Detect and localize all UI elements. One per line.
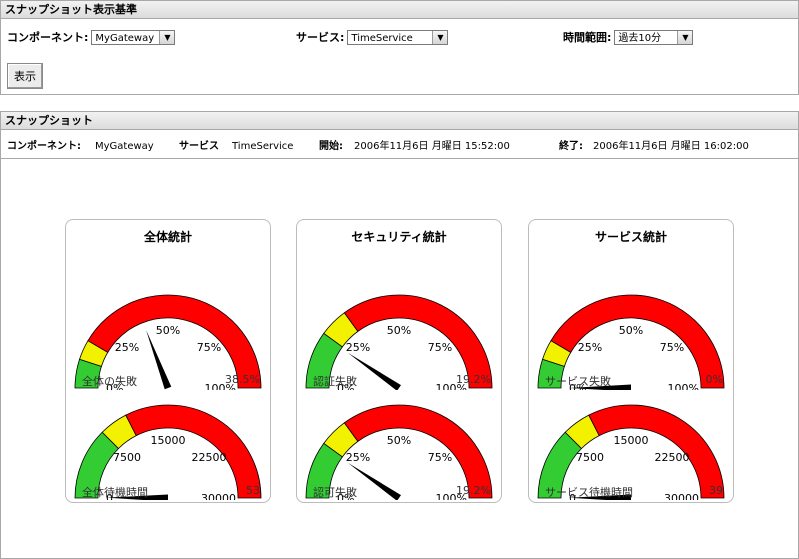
gauge-tick-label: 22500 bbox=[192, 451, 227, 464]
gauge-tick-label: 50% bbox=[387, 324, 411, 337]
gauge-tick-label: 75% bbox=[660, 341, 684, 354]
gauge-label: 認可失敗 bbox=[313, 486, 357, 499]
gauge-label: 認証失敗 bbox=[313, 375, 357, 388]
panel-title: セキュリティ統計 bbox=[351, 230, 447, 244]
chevron-down-icon[interactable]: ▼ bbox=[677, 30, 693, 44]
panel-security: セキュリティ統計 0% 25% 50% 75% 100% 認証失敗 19.2% 0% 25… bbox=[296, 219, 502, 503]
component-field: コンポーネント: MyGateway ▼ bbox=[7, 29, 176, 45]
gauge-label: サービス待機時間 bbox=[545, 486, 633, 499]
chevron-down-icon[interactable]: ▼ bbox=[159, 30, 175, 44]
chevron-down-icon[interactable]: ▼ bbox=[432, 30, 448, 44]
gauge-tick-label: 15000 bbox=[614, 434, 649, 447]
range-field: 時間範囲: 過去10分 ▼ bbox=[563, 29, 694, 45]
gauge-tick-label: 50% bbox=[156, 324, 180, 337]
snapshot-info: コンポーネント: MyGateway サービス TimeService 開始: … bbox=[1, 136, 798, 159]
range-select[interactable]: 過去10分 ▼ bbox=[614, 29, 694, 45]
gauge-tick-label: 25% bbox=[578, 341, 602, 354]
gauge-tick-label: 50% bbox=[387, 434, 411, 447]
snap-end-label: 終了: bbox=[559, 141, 583, 152]
gauge-tick-label: 22500 bbox=[655, 451, 690, 464]
snap-component-value: MyGateway bbox=[95, 141, 154, 152]
criteria-section: スナップショット表示基準 コンポーネント: MyGateway ▼ サービス: … bbox=[0, 0, 799, 95]
component-label: コンポーネント: bbox=[7, 31, 89, 44]
gauge-tick-label: 25% bbox=[346, 341, 370, 354]
gauge-value: 38.5% bbox=[225, 373, 260, 386]
snap-end-value: 2006年11月6日 月曜日 16:02:00 bbox=[593, 141, 749, 152]
range-select-value: 過去10分 bbox=[618, 32, 662, 44]
service-field: サービス: TimeService ▼ bbox=[296, 29, 449, 45]
gauge-value: 19.2% bbox=[456, 373, 491, 386]
gauge-tick-label: 75% bbox=[428, 451, 452, 464]
show-button[interactable]: 表示 bbox=[7, 63, 43, 89]
snap-service-value: TimeService bbox=[232, 141, 294, 152]
gauge-tick-label: 30000 bbox=[664, 492, 699, 500]
panel-overall: 全体統計 0% 25% 50% 75% 100% 全体の失敗 38.5% 0 7500 15… bbox=[65, 219, 271, 503]
gauge-authz-failure: 0% 25% 50% 75% 100% 認可失敗 19.2% bbox=[297, 400, 501, 500]
gauge-overall-failure: 0% 25% 50% 75% 100% 全体の失敗 38.5% bbox=[66, 290, 270, 390]
gauge-tick-label: 50% bbox=[619, 324, 643, 337]
gauge-service-wait: 0 7500 15000 22500 30000 サービス待機時間 39 bbox=[529, 400, 733, 500]
gauge-tick-label: 7500 bbox=[113, 451, 141, 464]
snap-start-value: 2006年11月6日 月曜日 15:52:00 bbox=[354, 141, 510, 152]
snap-service-label: サービス bbox=[179, 141, 219, 152]
range-label: 時間範囲: bbox=[563, 31, 612, 44]
gauge-value: 0% bbox=[705, 373, 723, 386]
gauge-tick-label: 100% bbox=[668, 382, 699, 390]
gauge-tick-label: 30000 bbox=[201, 492, 236, 500]
gauge-value: 53 bbox=[246, 484, 260, 497]
service-label: サービス: bbox=[296, 31, 345, 44]
snapshot-header: スナップショット bbox=[1, 112, 798, 130]
panel-title: サービス統計 bbox=[594, 230, 667, 244]
gauge-label: 全体待機時間 bbox=[82, 486, 148, 499]
service-select-value: TimeService bbox=[351, 32, 413, 44]
gauge-tick-label: 15000 bbox=[151, 434, 186, 447]
gauge-tick-label: 25% bbox=[115, 341, 139, 354]
snap-start-label: 開始: bbox=[319, 141, 343, 152]
component-select-value: MyGateway bbox=[95, 32, 155, 44]
gauge-tick-label: 25% bbox=[346, 451, 370, 464]
gauge-tick-label: 75% bbox=[197, 341, 221, 354]
gauge-value: 39 bbox=[709, 484, 723, 497]
component-select[interactable]: MyGateway ▼ bbox=[91, 29, 176, 45]
service-select[interactable]: TimeService ▼ bbox=[347, 29, 449, 45]
gauge-value: 19.2% bbox=[456, 484, 491, 497]
snapshot-section: スナップショット コンポーネント: MyGateway サービス TimeSer… bbox=[0, 111, 799, 559]
criteria-header: スナップショット表示基準 bbox=[1, 1, 798, 19]
gauge-tick-label: 7500 bbox=[576, 451, 604, 464]
gauge-tick-label: 75% bbox=[428, 341, 452, 354]
gauge-auth-failure: 0% 25% 50% 75% 100% 認証失敗 19.2% bbox=[297, 290, 501, 390]
gauge-label: 全体の失敗 bbox=[82, 375, 137, 388]
gauge-label: サービス失敗 bbox=[545, 375, 611, 388]
gauge-service-failure: 0% 25% 50% 75% 100% サービス失敗 0% bbox=[529, 290, 733, 390]
snap-component-label: コンポーネント: bbox=[7, 141, 81, 152]
gauge-needle bbox=[146, 330, 172, 390]
gauge-overall-wait: 0 7500 15000 22500 30000 全体待機時間 53 bbox=[66, 400, 270, 500]
panel-title: 全体統計 bbox=[143, 230, 192, 244]
panel-service: サービス統計 0% 25% 50% 75% 100% サービス失敗 0% 0 7500 15… bbox=[528, 219, 734, 503]
